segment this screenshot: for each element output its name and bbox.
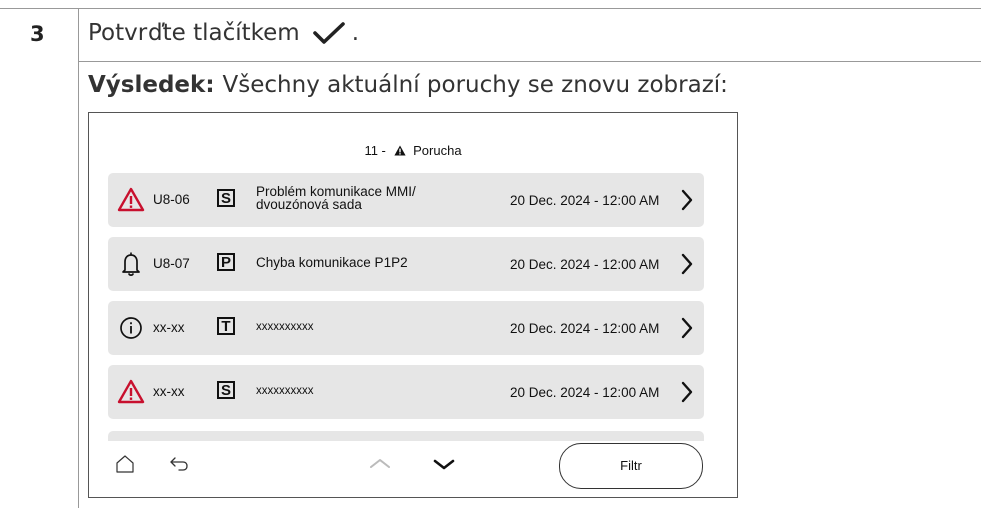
fault-description: xxxxxxxxxx bbox=[256, 385, 314, 397]
step-instruction: Potvrďte tlačítkem . bbox=[88, 20, 359, 46]
home-icon[interactable] bbox=[115, 454, 135, 474]
fault-row[interactable]: U8-07 P Chyba komunikace P1P2 20 Dec. 20… bbox=[108, 237, 704, 291]
fault-row[interactable]: xx-xx T xxxxxxxxxx 20 Dec. 2024 - 12:00 … bbox=[108, 301, 704, 355]
step-instruction-text: Potvrďte tlačítkem bbox=[88, 20, 300, 46]
warning-triangle-icon bbox=[117, 379, 145, 404]
device-screen: 11 - Porucha U8-06 S Problém komunikace … bbox=[88, 112, 738, 498]
bell-icon bbox=[122, 252, 140, 276]
fault-date: 20 Dec. 2024 - 12:00 AM bbox=[510, 321, 660, 336]
screen-title: 11 - Porucha bbox=[89, 143, 737, 158]
table-row-rule bbox=[78, 61, 981, 62]
chevron-right-icon bbox=[681, 253, 693, 275]
fault-row[interactable]: xx-xx S xxxxxxxxxx 20 Dec. 2024 - 12:00 … bbox=[108, 365, 704, 419]
fault-code: xx-xx bbox=[153, 320, 185, 335]
fault-type-badge: S bbox=[217, 381, 235, 399]
chevron-right-icon bbox=[681, 381, 693, 403]
result-label: Výsledek: bbox=[88, 72, 215, 98]
info-icon bbox=[120, 317, 142, 339]
fault-description: Chyba komunikace P1P2 bbox=[256, 255, 408, 270]
back-icon[interactable] bbox=[169, 456, 189, 472]
fault-date: 20 Dec. 2024 - 12:00 AM bbox=[510, 257, 660, 272]
chevron-right-icon bbox=[681, 317, 693, 339]
checkmark-icon bbox=[312, 22, 345, 44]
fault-description: Problém komunikace MMI/ dvouzónová sada bbox=[256, 185, 496, 212]
fault-description: xxxxxxxxxx bbox=[256, 321, 314, 333]
fault-row[interactable]: U8-06 S Problém komunikace MMI/ dvouzóno… bbox=[108, 173, 704, 227]
warning-triangle-icon bbox=[117, 187, 145, 212]
table-column-rule bbox=[78, 8, 79, 508]
chevron-right-icon bbox=[681, 189, 693, 211]
step-number: 3 bbox=[30, 22, 45, 46]
scroll-down-icon[interactable] bbox=[432, 458, 456, 472]
fault-type-badge: T bbox=[217, 317, 235, 335]
step-instruction-end: . bbox=[351, 20, 360, 46]
fault-date: 20 Dec. 2024 - 12:00 AM bbox=[510, 193, 660, 208]
result-line: Výsledek: Všechny aktuální poruchy se zno… bbox=[88, 72, 728, 98]
screen-title-prefix: 11 - bbox=[364, 143, 386, 158]
fault-description-line2: dvouzónová sada bbox=[256, 197, 362, 212]
filter-button[interactable]: Filtr bbox=[559, 443, 703, 489]
fault-code: U8-06 bbox=[153, 192, 190, 207]
result-text: Všechny aktuální poruchy se znovu zobraz… bbox=[222, 72, 728, 98]
table-top-rule bbox=[0, 8, 981, 9]
scroll-up-icon[interactable] bbox=[368, 456, 392, 470]
fault-code: xx-xx bbox=[153, 384, 185, 399]
fault-date: 20 Dec. 2024 - 12:00 AM bbox=[510, 385, 660, 400]
fault-type-badge: S bbox=[217, 189, 235, 207]
warning-small-icon bbox=[393, 145, 406, 156]
fault-code: U8-07 bbox=[153, 256, 190, 271]
fault-type-badge: P bbox=[217, 253, 235, 271]
fault-row-partial[interactable] bbox=[108, 431, 704, 441]
screen-title-text: Porucha bbox=[413, 143, 462, 158]
